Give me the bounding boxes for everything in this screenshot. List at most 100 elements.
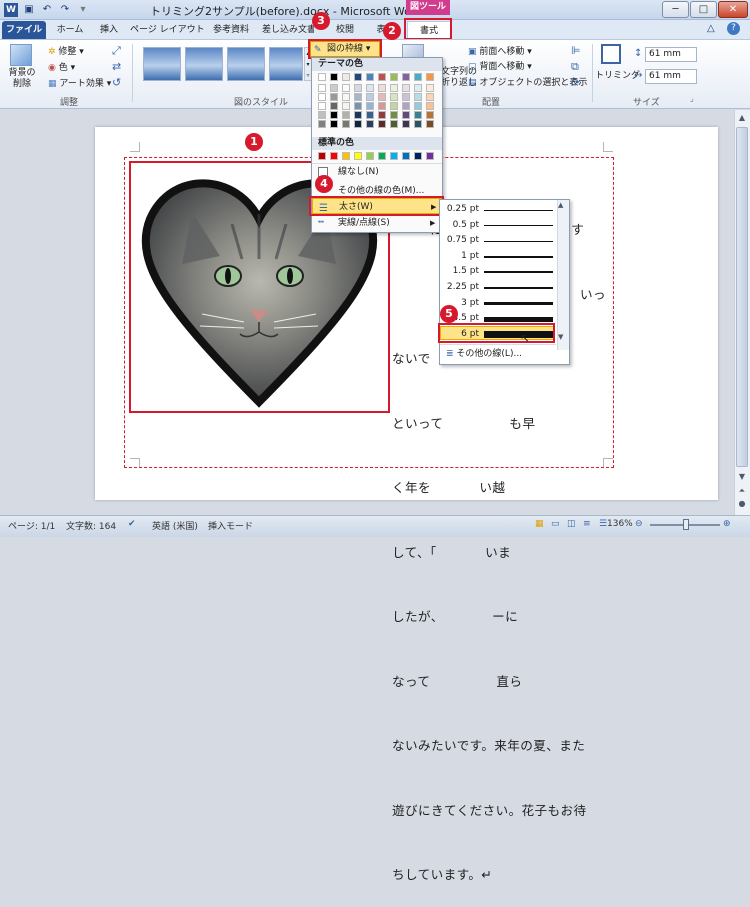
- minimize-button[interactable]: ─: [662, 1, 689, 18]
- theme-color-swatch[interactable]: [390, 73, 398, 81]
- theme-color-swatch[interactable]: [390, 111, 398, 119]
- weight-option-label[interactable]: 2.25 pt: [443, 282, 479, 292]
- picture-style-2[interactable]: [185, 47, 223, 81]
- crop-icon[interactable]: [601, 44, 621, 64]
- picture-style-4[interactable]: [269, 47, 303, 81]
- theme-color-swatch[interactable]: [390, 84, 398, 92]
- standard-color-swatch[interactable]: [414, 152, 422, 160]
- weight-option-label[interactable]: 0.5 pt: [443, 220, 479, 230]
- compress-icon[interactable]: ⤢: [112, 44, 121, 58]
- theme-color-swatch[interactable]: [330, 120, 338, 128]
- ribbon-minimize-icon[interactable]: △: [707, 23, 715, 34]
- theme-color-swatch[interactable]: [366, 93, 374, 101]
- submenu-scroll-down-icon[interactable]: ▼: [558, 333, 563, 341]
- weight-option-line[interactable]: [484, 286, 553, 290]
- theme-color-swatch[interactable]: [426, 93, 434, 101]
- insert-mode-status[interactable]: 挿入モード: [208, 519, 253, 532]
- theme-color-swatch[interactable]: [330, 73, 338, 81]
- theme-color-swatch[interactable]: [330, 102, 338, 110]
- weight-option-line[interactable]: [484, 225, 553, 227]
- change-picture-icon[interactable]: ⇄: [112, 60, 121, 73]
- theme-color-swatch[interactable]: [354, 93, 362, 101]
- theme-color-swatch[interactable]: [414, 93, 422, 101]
- tab-references[interactable]: 参考資料: [206, 21, 256, 39]
- zoom-in-icon[interactable]: ⊕: [723, 519, 731, 529]
- theme-color-swatch[interactable]: [354, 111, 362, 119]
- theme-color-swatch[interactable]: [378, 111, 386, 119]
- theme-color-swatch[interactable]: [366, 102, 374, 110]
- theme-color-swatch[interactable]: [342, 102, 350, 110]
- weight-option-label[interactable]: 0.25 pt: [443, 204, 479, 214]
- weight-option-line[interactable]: [484, 240, 553, 242]
- width-field[interactable]: 61 mm: [645, 69, 697, 84]
- tab-review[interactable]: 校閲: [330, 21, 360, 39]
- align-icon[interactable]: ⊫: [571, 44, 581, 57]
- theme-color-swatch[interactable]: [342, 93, 350, 101]
- no-outline-item[interactable]: 線なし(N): [312, 164, 442, 180]
- picture-style-1[interactable]: [143, 47, 181, 81]
- tab-page-layout[interactable]: ページ レイアウト: [130, 21, 205, 39]
- standard-color-swatch[interactable]: [318, 152, 326, 160]
- theme-color-swatch[interactable]: [342, 120, 350, 128]
- theme-color-swatch[interactable]: [354, 102, 362, 110]
- group-objects-icon[interactable]: ⧉: [571, 60, 579, 74]
- theme-color-swatch[interactable]: [402, 93, 410, 101]
- theme-color-swatch[interactable]: [354, 84, 362, 92]
- zoom-slider-thumb[interactable]: [683, 519, 689, 530]
- weight-option-label[interactable]: 1.5 pt: [443, 266, 479, 276]
- theme-color-swatch[interactable]: [426, 102, 434, 110]
- scroll-up-icon[interactable]: ▲: [735, 111, 749, 125]
- view-draft-icon[interactable]: ☰: [599, 519, 607, 529]
- tab-mailings[interactable]: 差し込み文書: [262, 21, 314, 39]
- standard-colors-row[interactable]: [318, 152, 438, 162]
- corrections-button[interactable]: ✲ 修整 ▾: [48, 44, 84, 57]
- standard-color-swatch[interactable]: [354, 152, 362, 160]
- picture-style-3[interactable]: [227, 47, 265, 81]
- theme-colors-grid[interactable]: [318, 73, 438, 133]
- browse-object-icon[interactable]: ●: [735, 497, 749, 511]
- send-backward-button[interactable]: ▢ 背面へ移動 ▾: [468, 59, 532, 72]
- weight-option-line[interactable]: [484, 316, 553, 322]
- word-app-icon[interactable]: W: [4, 3, 18, 17]
- theme-color-swatch[interactable]: [318, 73, 326, 81]
- theme-color-swatch[interactable]: [366, 84, 374, 92]
- theme-color-swatch[interactable]: [366, 73, 374, 81]
- theme-color-swatch[interactable]: [318, 93, 326, 101]
- theme-color-swatch[interactable]: [402, 73, 410, 81]
- theme-color-swatch[interactable]: [426, 111, 434, 119]
- customize-toolbar-icon[interactable]: ▾: [76, 3, 90, 17]
- reset-picture-icon[interactable]: ↺: [112, 76, 121, 89]
- remove-background-icon[interactable]: [10, 44, 32, 66]
- help-icon[interactable]: ?: [727, 22, 740, 35]
- color-button[interactable]: ◉ 色 ▾: [48, 60, 75, 73]
- weight-option-line[interactable]: [484, 256, 553, 258]
- theme-color-swatch[interactable]: [330, 84, 338, 92]
- remove-background-button[interactable]: 背景の 削除: [6, 68, 38, 90]
- language-status[interactable]: 英語 (米国): [152, 519, 198, 532]
- theme-color-swatch[interactable]: [318, 111, 326, 119]
- proofing-icon[interactable]: ✔: [128, 519, 136, 529]
- standard-color-swatch[interactable]: [378, 152, 386, 160]
- theme-color-swatch[interactable]: [414, 120, 422, 128]
- theme-color-swatch[interactable]: [402, 120, 410, 128]
- redo-icon[interactable]: ↷: [58, 3, 72, 17]
- submenu-scroll-up-icon[interactable]: ▲: [558, 201, 563, 209]
- selection-pane-button[interactable]: ▤ オブジェクトの選択と表示: [468, 75, 587, 88]
- theme-color-swatch[interactable]: [366, 111, 374, 119]
- standard-color-swatch[interactable]: [330, 152, 338, 160]
- theme-color-swatch[interactable]: [318, 84, 326, 92]
- theme-color-swatch[interactable]: [390, 102, 398, 110]
- theme-color-swatch[interactable]: [414, 102, 422, 110]
- close-button[interactable]: ✕: [718, 1, 748, 18]
- weight-option-label[interactable]: 0.75 pt: [443, 235, 479, 245]
- theme-color-swatch[interactable]: [354, 120, 362, 128]
- theme-color-swatch[interactable]: [414, 111, 422, 119]
- theme-color-swatch[interactable]: [378, 102, 386, 110]
- theme-color-swatch[interactable]: [426, 84, 434, 92]
- undo-icon[interactable]: ↶: [40, 3, 54, 17]
- word-count-status[interactable]: 文字数: 164: [66, 519, 116, 532]
- tab-home[interactable]: ホーム: [50, 21, 90, 39]
- theme-color-swatch[interactable]: [402, 111, 410, 119]
- zoom-level[interactable]: 136%: [607, 519, 633, 529]
- theme-color-swatch[interactable]: [318, 102, 326, 110]
